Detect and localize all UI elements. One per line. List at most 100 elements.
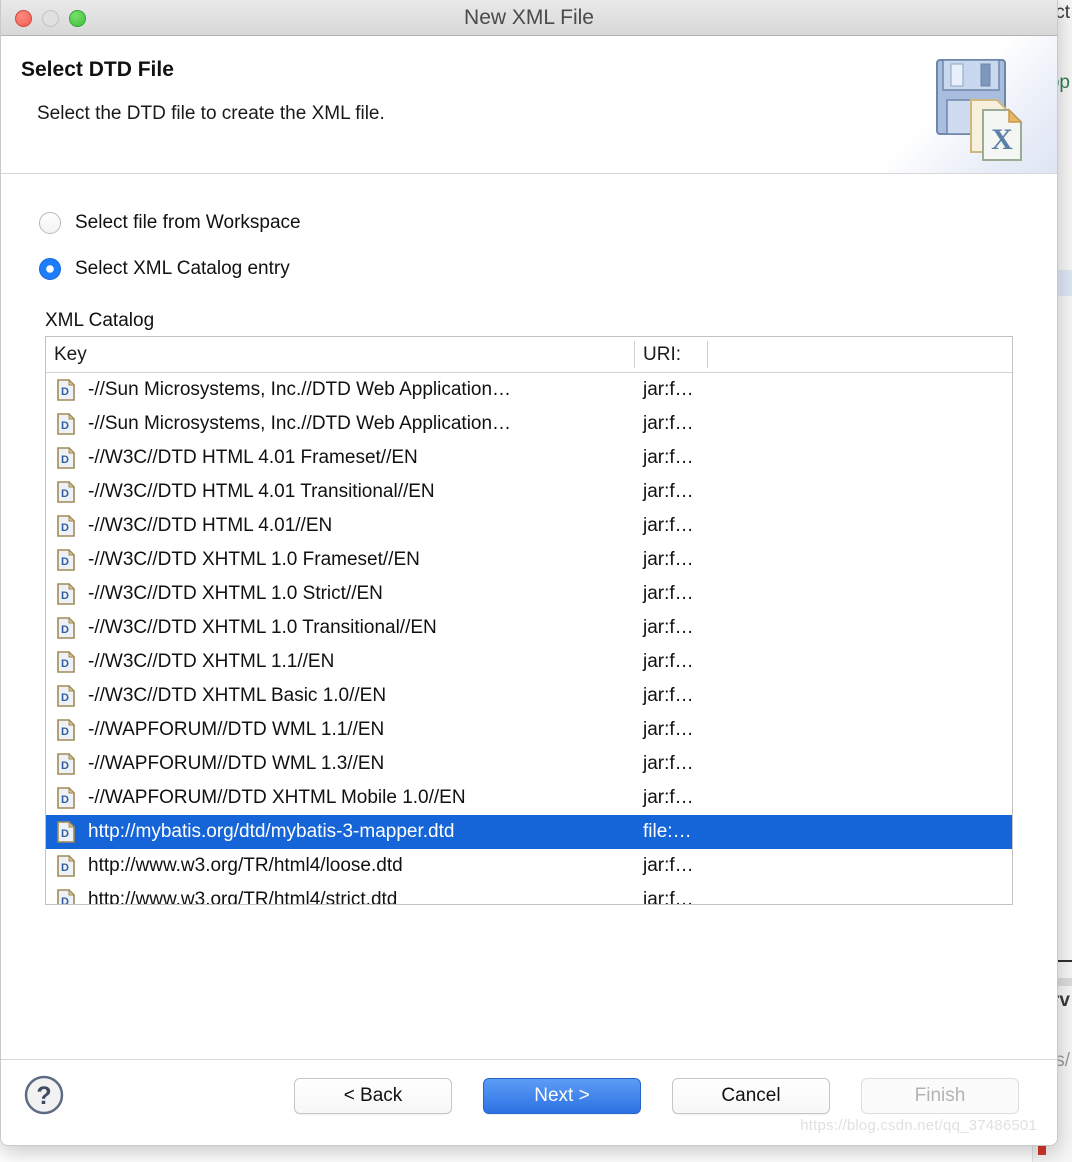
dtd-document-icon: D (57, 855, 76, 877)
dialog-button-group: < Back Next > Cancel Finish (294, 1078, 1019, 1114)
next-button[interactable]: Next > (483, 1078, 641, 1114)
xml-file-save-icon: X (936, 59, 1023, 161)
cell-key: -//W3C//DTD XHTML Basic 1.0//EN (88, 685, 387, 706)
svg-text:D: D (61, 386, 69, 398)
table-row[interactable]: Dhttp://mybatis.org/dtd/mybatis-3-mapper… (46, 815, 1012, 849)
table-row[interactable]: D -//WAPFORUM//DTD WML 1.1//EN jar:f… (46, 713, 1012, 747)
table-row[interactable]: D -//WAPFORUM//DTD WML 1.3//EN jar:f… (46, 747, 1012, 781)
dtd-document-icon: D (57, 651, 76, 673)
svg-text:D: D (61, 488, 69, 500)
close-window-icon[interactable] (15, 10, 32, 27)
dtd-document-icon: D (57, 583, 76, 605)
table-row[interactable]: D -//W3C//DTD XHTML Basic 1.0//EN jar:f… (46, 679, 1012, 713)
svg-text:D: D (61, 726, 69, 738)
table-row[interactable]: D -//W3C//DTD XHTML 1.0 Strict//EN jar:f… (46, 577, 1012, 611)
cell-key: -//WAPFORUM//DTD XHTML Mobile 1.0//EN (88, 787, 466, 808)
traffic-light-group (15, 10, 86, 27)
svg-text:X: X (991, 123, 1013, 156)
help-question-icon[interactable]: ? (23, 1074, 65, 1116)
table-row[interactable]: D -//W3C//DTD HTML 4.01 Frameset//EN jar:f… (46, 441, 1012, 475)
cell-uri: jar:f… (643, 549, 694, 570)
cell-key: -//W3C//DTD XHTML 1.1//EN (88, 651, 335, 672)
window-title: New XML File (464, 6, 594, 29)
dtd-document-icon: D (57, 719, 76, 741)
radio-catalog-indicator[interactable] (39, 258, 61, 280)
cell-key: -//W3C//DTD XHTML 1.0 Strict//EN (88, 583, 383, 604)
svg-text:D: D (61, 896, 69, 905)
table-row[interactable]: Dhttp://www.w3.org/TR/html4/strict.dtd ja… (46, 883, 1012, 905)
table-row[interactable]: D -//Sun Microsystems, Inc.//DTD Web Appl… (46, 373, 1012, 407)
radio-option-workspace[interactable]: Select file from Workspace (39, 212, 301, 234)
radio-workspace-indicator[interactable] (39, 212, 61, 234)
cell-key: -//W3C//DTD XHTML 1.0 Transitional//EN (88, 617, 437, 638)
header-artwork: X (887, 36, 1057, 173)
minimize-window-icon[interactable] (42, 10, 59, 27)
table-row[interactable]: D -//W3C//DTD XHTML 1.0 Transitional//EN j… (46, 611, 1012, 645)
dtd-document-icon: D (57, 379, 76, 401)
svg-text:D: D (61, 794, 69, 806)
column-separator-2[interactable] (707, 341, 708, 368)
cell-key: -//W3C//DTD HTML 4.01 Frameset//EN (88, 447, 418, 468)
table-row[interactable]: D -//W3C//DTD XHTML 1.0 Frameset//EN jar:f… (46, 543, 1012, 577)
dtd-document-icon: D (57, 617, 76, 639)
cell-key: -//Sun Microsystems, Inc.//DTD Web Appli… (88, 413, 512, 434)
dtd-document-icon: D (57, 515, 76, 537)
cell-key: -//W3C//DTD XHTML 1.0 Frameset//EN (88, 549, 420, 570)
table-header-row: Key URI: (46, 337, 1012, 373)
page-title: Select DTD File (21, 58, 174, 81)
cell-key: http://www.w3.org/TR/html4/loose.dtd (88, 855, 403, 876)
back-button[interactable]: < Back (294, 1078, 452, 1114)
cell-key: -//W3C//DTD HTML 4.01//EN (88, 515, 333, 536)
table-row[interactable]: D -//W3C//DTD XHTML 1.1//EN jar:f… (46, 645, 1012, 679)
table-row[interactable]: D -//Sun Microsystems, Inc.//DTD Web Appl… (46, 407, 1012, 441)
column-header-uri[interactable]: URI: (635, 337, 681, 372)
dtd-document-icon: D (57, 413, 76, 435)
table-row[interactable]: D -//WAPFORUM//DTD XHTML Mobile 1.0//EN ja… (46, 781, 1012, 815)
dtd-document-icon: D (57, 549, 76, 571)
dialog-footer: ? < Back Next > Cancel Finish https://blog.… (1, 1059, 1057, 1144)
cancel-button[interactable]: Cancel (672, 1078, 830, 1114)
cell-uri: jar:f… (643, 889, 694, 905)
finish-button: Finish (861, 1078, 1019, 1114)
table-body: D -//Sun Microsystems, Inc.//DTD Web Appl… (46, 373, 1012, 905)
svg-text:D: D (61, 522, 69, 534)
dtd-document-icon: D (57, 685, 76, 707)
cell-uri: jar:f… (643, 583, 694, 604)
svg-text:D: D (61, 420, 69, 432)
radio-workspace-label: Select file from Workspace (75, 212, 301, 233)
cell-uri: jar:f… (643, 651, 694, 672)
cell-uri: jar:f… (643, 379, 694, 400)
cell-uri: jar:f… (643, 787, 694, 808)
cell-uri: jar:f… (643, 515, 694, 536)
dtd-document-icon: D (57, 447, 76, 469)
svg-text:?: ? (36, 1082, 51, 1110)
cell-key: http://www.w3.org/TR/html4/strict.dtd (88, 889, 398, 905)
dtd-document-icon: D (57, 481, 76, 503)
dtd-document-icon: D (57, 821, 76, 843)
table-row[interactable]: Dhttp://www.w3.org/TR/html4/loose.dtd jar… (46, 849, 1012, 883)
cell-uri: jar:f… (643, 481, 694, 502)
column-header-key[interactable]: Key (46, 337, 87, 372)
radio-catalog-label: Select XML Catalog entry (75, 258, 290, 279)
cell-uri: jar:f… (643, 413, 694, 434)
cell-uri: jar:f… (643, 719, 694, 740)
table-row[interactable]: D -//W3C//DTD HTML 4.01 Transitional//EN j… (46, 475, 1012, 509)
cell-uri: jar:f… (643, 855, 694, 876)
cell-key: -//Sun Microsystems, Inc.//DTD Web Appli… (88, 379, 512, 400)
cell-key: -//WAPFORUM//DTD WML 1.1//EN (88, 719, 385, 740)
svg-text:D: D (61, 454, 69, 466)
cell-uri: jar:f… (643, 753, 694, 774)
svg-text:D: D (61, 862, 69, 874)
xml-catalog-table[interactable]: Key URI: D -//Sun Microsystems, Inc.//DTD… (45, 336, 1013, 905)
dialog-header: Select DTD File Select the DTD file to c… (1, 36, 1057, 174)
watermark: https://blog.csdn.net/qq_37486501 (800, 1117, 1037, 1134)
svg-text:D: D (61, 692, 69, 704)
title-bar: New XML File (1, 0, 1057, 36)
radio-option-catalog[interactable]: Select XML Catalog entry (39, 258, 290, 280)
zoom-window-icon[interactable] (69, 10, 86, 27)
table-row[interactable]: D -//W3C//DTD HTML 4.01//EN jar:f… (46, 509, 1012, 543)
cell-key: -//W3C//DTD HTML 4.01 Transitional//EN (88, 481, 435, 502)
cell-uri: jar:f… (643, 617, 694, 638)
cell-key: http://mybatis.org/dtd/mybatis-3-mapper.… (88, 821, 455, 842)
dtd-document-icon: D (57, 889, 76, 905)
